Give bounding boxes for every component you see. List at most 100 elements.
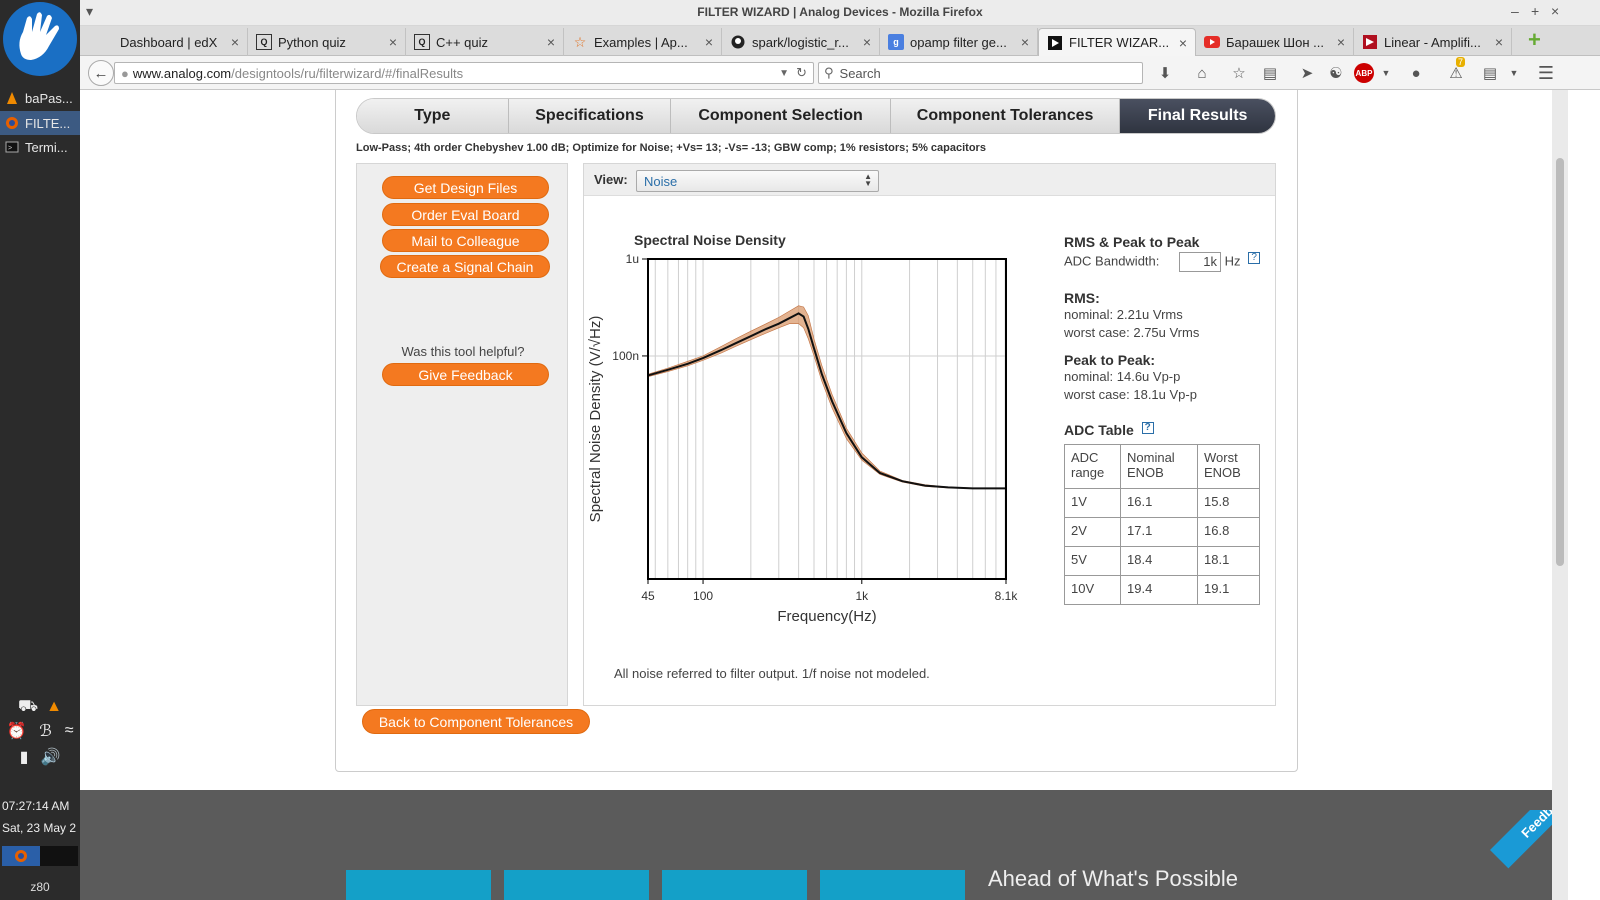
close-tab-icon[interactable]: × [705,34,713,50]
step-component-tolerances[interactable]: Component Tolerances [890,99,1121,133]
vlc-tray-icon[interactable]: ▲ [46,698,62,716]
minimize-icon[interactable]: – [1511,3,1519,19]
footer-link-block[interactable] [346,870,491,900]
close-tab-icon[interactable]: × [231,34,239,50]
clipboard-menu-icon[interactable]: ▼ [1504,63,1524,83]
clock[interactable]: 07:27:14 AM Sat, 23 May 2 [2,797,76,837]
x-tick-label: 8.1k [995,589,1019,603]
x-tick-label: 45 [641,589,655,603]
star-icon: ☆ [573,33,587,50]
results-panel: View: Noise ▲ ▼ Spectral Noise Density 45… [583,163,1276,706]
close-tab-icon[interactable]: × [547,34,555,50]
tab-python-quiz[interactable]: Q Python quiz × [248,28,406,56]
taskbar-item-firefox[interactable]: FILTE... [0,111,80,135]
battery-icon[interactable]: ▮ [20,747,29,767]
tab-spark-github[interactable]: spark/logistic_r... × [722,28,880,56]
notifications-icon[interactable]: ⚠ 7 [1446,57,1466,83]
analog-devices-icon [1047,35,1063,51]
mail-to-colleague-button[interactable]: Mail to Colleague [382,229,549,252]
alarm-clock-icon[interactable]: ⏰ [6,721,26,741]
clipboard-icon[interactable]: ▤ [1480,63,1500,83]
taskbar-item-terminal[interactable]: > Termi... [0,135,80,159]
tab-linear[interactable]: Linear - Amplifi... × [1354,28,1512,56]
send-icon[interactable]: ➤ [1297,63,1317,83]
google-icon: g [888,34,904,50]
adc-table-title-text: ADC Table [1064,422,1134,438]
hamburger-menu-icon[interactable]: ☰ [1536,63,1556,83]
taskbar-item-vlc[interactable]: baPas... [0,86,80,110]
chat-icon[interactable]: ● [1406,63,1426,83]
tab-dashboard-edx[interactable]: Dashboard | edX × [90,28,248,56]
close-tab-icon[interactable]: × [1021,34,1029,50]
close-tab-icon[interactable]: × [1337,34,1345,50]
dropdown-arrow-icon[interactable]: ▼ [779,68,789,79]
back-button[interactable]: ← [88,60,114,86]
table-cell: 16.1 [1120,488,1198,518]
workspace-switcher[interactable] [2,846,78,866]
download-icon[interactable]: ⬇ [1155,63,1175,83]
site-footer [80,790,1552,900]
volume-icon[interactable]: 🔊 [40,747,60,767]
reading-list-icon[interactable]: ▤ [1260,63,1280,83]
adc-bandwidth-input[interactable]: 1k [1179,252,1222,272]
taskbar-item-label: Termi... [25,139,68,155]
step-component-selection[interactable]: Component Selection [671,99,891,133]
get-design-files-button[interactable]: Get Design Files [382,176,549,199]
github-icon [730,34,746,50]
close-tab-icon[interactable]: × [863,34,871,50]
wifi-icon[interactable]: ≈ [65,722,74,740]
footer-link-block[interactable] [820,870,965,900]
step-specifications[interactable]: Specifications [508,99,672,133]
translate-icon[interactable]: ☯ [1326,63,1346,83]
order-eval-board-button[interactable]: Order Eval Board [382,203,549,226]
close-tab-icon[interactable]: × [1179,35,1187,51]
search-bar[interactable]: ⚲ Search [818,62,1143,84]
svg-text:>: > [8,145,12,152]
xfce-logo-icon[interactable] [3,2,77,76]
network-manager-icon[interactable]: ⛟ [18,697,38,717]
workspace-1[interactable] [2,846,40,866]
give-feedback-button[interactable]: Give Feedback [382,363,549,386]
adblock-icon[interactable]: ABP [1354,63,1374,83]
close-window-icon[interactable]: × [1551,3,1559,19]
step-type[interactable]: Type [357,99,509,133]
tab-youtube[interactable]: Барашек Шон ... × [1196,28,1354,56]
adc-table-header-row: ADC range Nominal ENOB Worst ENOB [1064,444,1260,489]
scrollbar-thumb[interactable] [1556,158,1564,566]
tab-google-search[interactable]: g opamp filter ge... × [880,28,1038,56]
chart-grid [648,258,1006,579]
create-signal-chain-button[interactable]: Create a Signal Chain [380,255,550,278]
reload-icon[interactable]: ↻ [796,65,807,81]
filter-wizard-card: Type Specifications Component Selection … [335,90,1298,772]
help-icon[interactable]: ? [1141,422,1154,434]
close-tab-icon[interactable]: × [1495,34,1503,50]
new-tab-button[interactable]: + [1528,29,1548,51]
table-row: 1V 16.1 15.8 [1064,488,1260,518]
view-select[interactable]: Noise ▲ ▼ [636,170,879,192]
rms-peak-title: RMS & Peak to Peak [1064,234,1200,250]
tab-cpp-quiz[interactable]: Q C++ quiz × [406,28,564,56]
footer-link-block[interactable] [504,870,649,900]
maximize-icon[interactable]: + [1531,3,1539,19]
url-bar[interactable]: ● www.analog.com /designtools/ru/filterw… [114,62,814,84]
adblock-menu-icon[interactable]: ▼ [1376,63,1396,83]
desktop-panel: baPas... FILTE... > Termi... ⛟ ▲ ⏰ ℬ ≈ ▮… [0,0,80,900]
tab-examples[interactable]: ☆ Examples | Ap... × [564,28,722,56]
feedback-tab[interactable]: Feedback [1480,810,1552,900]
back-to-component-tolerances-button[interactable]: Back to Component Tolerances [362,709,590,734]
view-bar: View: Noise ▲ ▼ [584,164,1275,196]
tab-label: C++ quiz [436,34,489,50]
step-final-results[interactable]: Final Results [1120,99,1275,133]
tab-filter-wizard[interactable]: FILTER WIZAR... × [1038,28,1196,56]
home-icon[interactable]: ⌂ [1192,63,1212,83]
page-scrollbar[interactable] [1552,90,1568,900]
tray-top-row: ⛟ ▲ [0,697,80,717]
notification-count: 7 [1456,57,1466,67]
tab-label: Python quiz [278,34,346,50]
help-icon[interactable]: ? [1248,252,1261,264]
close-tab-icon[interactable]: × [389,34,397,50]
footer-link-block[interactable] [662,870,807,900]
window-titlebar: ▾ FILTER WIZARD | Analog Devices - Mozil… [80,0,1600,26]
bookmark-star-icon[interactable]: ☆ [1229,63,1249,83]
bluetooth-icon[interactable]: ℬ [39,721,52,741]
